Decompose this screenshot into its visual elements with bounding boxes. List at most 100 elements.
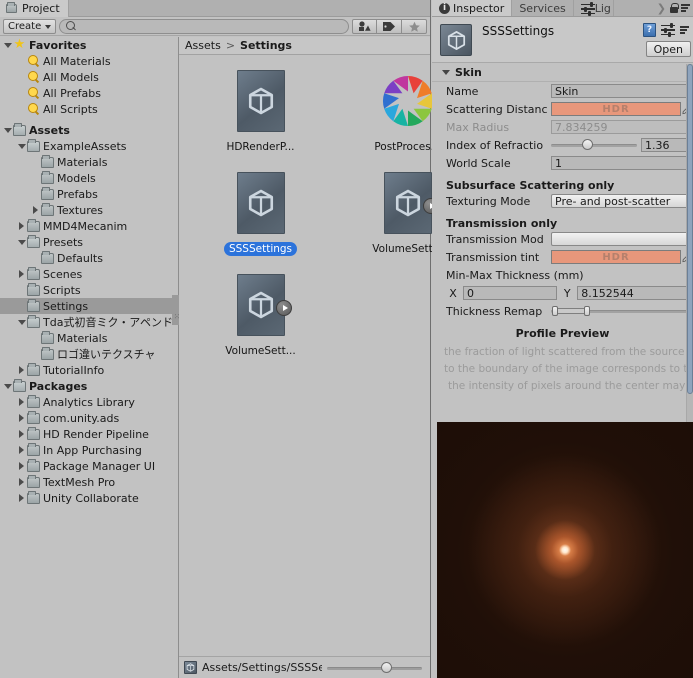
open-button[interactable]: Open — [645, 41, 691, 57]
tree-item-all-models[interactable]: All Models — [0, 69, 178, 85]
tree-item-label: Materials — [57, 155, 108, 169]
filter-favorites-button[interactable] — [402, 19, 427, 34]
chevron-down-icon[interactable] — [16, 234, 27, 250]
inspector-scrollbar-thumb[interactable] — [687, 64, 693, 394]
tree-item-tda[interactable]: Tda式初音ミク・アペンド — [0, 314, 178, 330]
tree-item-textures[interactable]: Textures — [0, 202, 178, 218]
chevron-down-icon[interactable] — [2, 122, 13, 138]
lock-icon[interactable] — [669, 2, 679, 14]
chevron-right-icon[interactable] — [16, 218, 27, 234]
subheader-sss-only: Subsurface Scattering only — [446, 179, 615, 192]
slider-knob[interactable] — [582, 139, 594, 150]
tree-item-all-scripts[interactable]: All Scripts — [0, 101, 178, 117]
tree-item-presets[interactable]: Presets — [0, 234, 178, 250]
hamburger-menu-icon[interactable] — [681, 4, 690, 12]
tree-item-all-prefabs[interactable]: All Prefabs — [0, 85, 178, 101]
preset-sliders-icon[interactable] — [661, 23, 675, 37]
grid-zoom-slider[interactable] — [327, 661, 422, 675]
tree-item-com-unity-ads[interactable]: com.unity.ads — [0, 410, 178, 426]
tab-project-label: Project — [22, 2, 60, 15]
subheader-transmission-only: Transmission only — [446, 217, 558, 230]
tree-item-analytics-library[interactable]: Analytics Library — [0, 394, 178, 410]
filter-by-label-button[interactable] — [377, 19, 402, 34]
create-button[interactable]: Create — [3, 19, 57, 34]
tree-item-exampleassets[interactable]: ExampleAssets — [0, 138, 178, 154]
tree-item-hd-render-pipeline[interactable]: HD Render Pipeline — [0, 426, 178, 442]
chevron-down-icon[interactable] — [2, 37, 13, 53]
filter-by-type-button[interactable] — [352, 19, 377, 34]
tab-inspector[interactable]: i Inspector — [432, 0, 513, 16]
index-of-refraction-slider[interactable] — [551, 138, 637, 152]
tree-item-label: Scripts — [43, 283, 81, 297]
asset-item[interactable]: SSSSettings — [203, 172, 318, 256]
breadcrumb-root[interactable]: Assets — [185, 39, 221, 52]
chevron-right-icon[interactable] — [16, 426, 27, 442]
search-input[interactable] — [59, 19, 349, 34]
chevron-right-icon[interactable] — [16, 474, 27, 490]
zoom-slider-knob[interactable] — [380, 661, 392, 673]
asset-item[interactable]: VolumeSett... — [203, 274, 318, 358]
project-tree-pane[interactable]: ★ Favorites All Materials All Models All Pre… — [0, 37, 178, 678]
tree-item-[interactable]: ロゴ違いテクスチャ — [0, 346, 178, 362]
chevron-right-icon[interactable] — [30, 202, 41, 218]
world-scale-input[interactable]: 1 — [551, 156, 693, 170]
tree-item-settings[interactable]: Settings — [0, 298, 178, 314]
tree-item-textmesh-pro[interactable]: TextMesh Pro — [0, 474, 178, 490]
chevron-down-icon[interactable] — [16, 138, 27, 154]
tree-item-materials[interactable]: Materials — [0, 154, 178, 170]
tree-item-tutorialinfo[interactable]: TutorialInfo — [0, 362, 178, 378]
thickness-y-input[interactable]: 8.152544 — [577, 286, 693, 300]
filter-by-label-icon — [383, 22, 395, 31]
asset-icon-wrapper — [380, 70, 435, 136]
transmission-mode-dropdown[interactable] — [551, 232, 693, 246]
asset-item[interactable]: HDRenderP... — [203, 70, 318, 154]
chevron-down-icon[interactable] — [16, 314, 27, 330]
transmission-tint-color-field[interactable]: HDR — [551, 250, 681, 264]
section-header-skin[interactable]: Skin — [432, 64, 693, 82]
tree-item-unity-collaborate[interactable]: Unity Collaborate — [0, 490, 178, 506]
chevron-right-icon[interactable] — [16, 266, 27, 282]
tree-item-in-app-purchasing[interactable]: In App Purchasing — [0, 442, 178, 458]
play-badge-icon[interactable] — [276, 300, 292, 316]
chevron-right-icon[interactable] — [16, 442, 27, 458]
asset-grid-area[interactable]: HDRenderP... PostProces... SSSSettings Volu… — [179, 56, 443, 655]
project-window: Project Create ★ Favorites All Materials… — [0, 0, 443, 678]
field-label-thickness-remap: Thickness Remap — [446, 304, 543, 318]
inspector-context-menu-icon[interactable] — [680, 26, 689, 34]
tree-item-package-manager-ui[interactable]: Package Manager UI — [0, 458, 178, 474]
breadcrumb-current[interactable]: Settings — [240, 39, 292, 52]
texturing-mode-dropdown[interactable]: Pre- and post-scatter — [551, 194, 693, 208]
triangle-glyph — [19, 366, 24, 374]
tab-project[interactable]: Project — [0, 0, 69, 17]
tree-item-packages[interactable]: Packages — [0, 378, 178, 394]
tab-lighting[interactable]: Lig — [573, 0, 614, 16]
thickness-x-input[interactable]: 0 — [463, 286, 558, 300]
tree-item-scripts[interactable]: Scripts — [0, 282, 178, 298]
chevron-right-icon[interactable] — [16, 490, 27, 506]
folder-icon — [6, 2, 17, 13]
scattering-distance-color-field[interactable]: HDR — [551, 102, 681, 116]
thickness-remap-minmax-slider[interactable] — [551, 304, 691, 318]
minmax-min-handle[interactable] — [552, 306, 558, 316]
tree-item-assets[interactable]: Assets — [0, 122, 178, 138]
chevron-down-icon[interactable] — [2, 378, 13, 394]
tree-item-prefabs[interactable]: Prefabs — [0, 186, 178, 202]
minmax-max-handle[interactable] — [584, 306, 590, 316]
tree-item-favorites[interactable]: ★ Favorites — [0, 37, 178, 53]
tab-services[interactable]: Services — [512, 0, 574, 16]
chevron-right-icon[interactable] — [16, 362, 27, 378]
help-book-icon[interactable]: ? — [643, 23, 656, 37]
tree-item-defaults[interactable]: Defaults — [0, 250, 178, 266]
tree-item-mmd4mecanim[interactable]: MMD4Mecanim — [0, 218, 178, 234]
chevron-right-icon[interactable] — [16, 458, 27, 474]
tree-item-materials[interactable]: Materials — [0, 330, 178, 346]
name-input[interactable]: Skin — [551, 84, 693, 98]
chevron-right-icon[interactable] — [16, 394, 27, 410]
chevron-right-icon[interactable] — [16, 410, 27, 426]
tree-item-all-materials[interactable]: All Materials — [0, 53, 178, 69]
tree-item-scenes[interactable]: Scenes — [0, 266, 178, 282]
tree-item-models[interactable]: Models — [0, 170, 178, 186]
